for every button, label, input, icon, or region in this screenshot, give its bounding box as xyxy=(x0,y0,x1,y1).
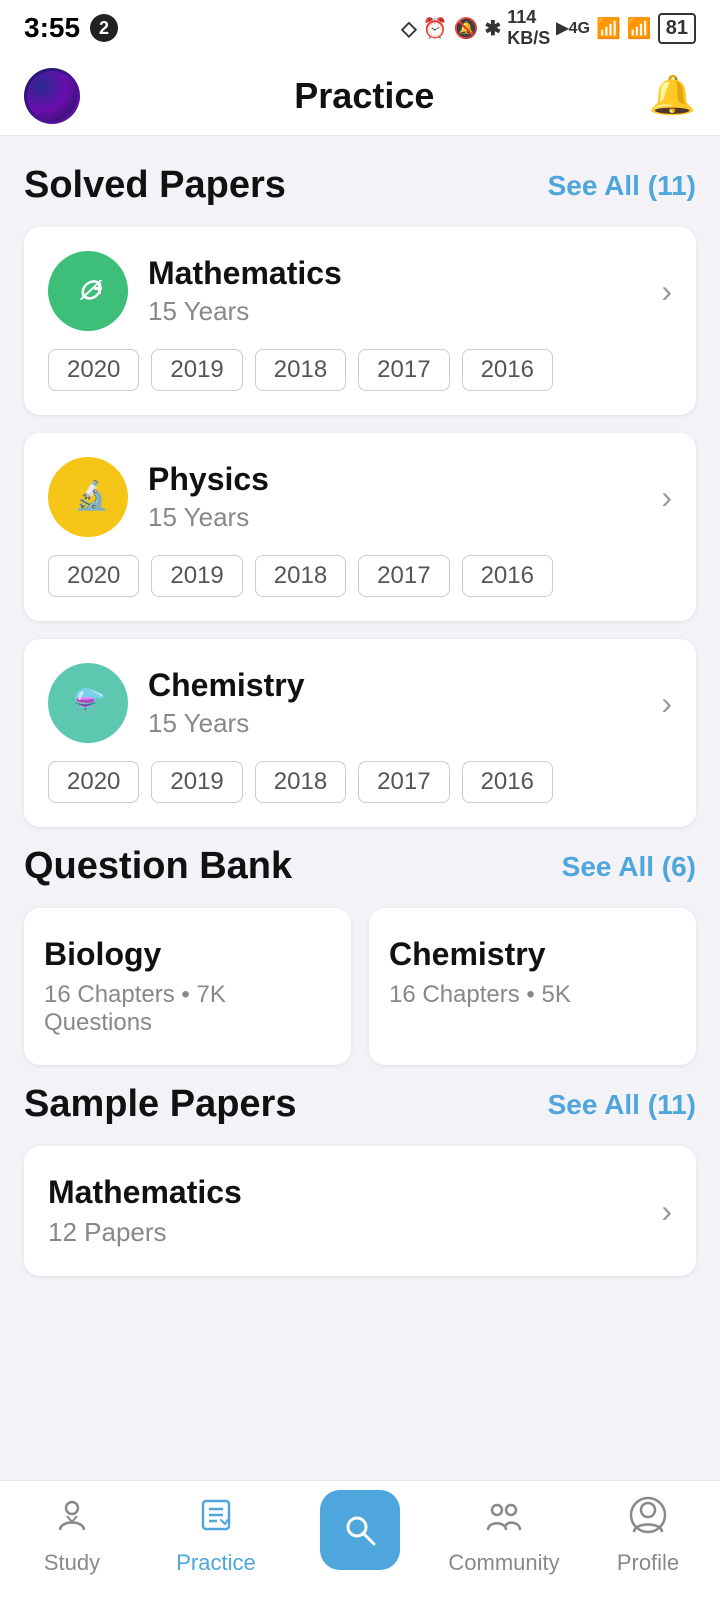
top-nav: Practice 🔔 xyxy=(0,56,720,136)
practice-label: Practice xyxy=(176,1550,255,1576)
math-sample-title: Mathematics xyxy=(48,1174,242,1211)
bell-icon[interactable]: 🔔 xyxy=(649,74,696,118)
chemistry-card-info: Chemistry 15 Years xyxy=(148,667,305,739)
svg-text:⚗️: ⚗️ xyxy=(73,687,105,717)
chem-qbank-sub: 16 Chapters • 5K xyxy=(389,981,676,1009)
physics-chevron-icon: › xyxy=(661,479,672,516)
math-year-2020[interactable]: 2020 xyxy=(48,349,139,391)
biology-sub: 16 Chapters • 7K Questions xyxy=(44,981,331,1037)
math-sample-card[interactable]: Mathematics 12 Papers › xyxy=(24,1146,696,1276)
nav-profile[interactable]: Profile xyxy=(576,1496,720,1576)
physics-year-tags: 2020 2019 2018 2017 2016 xyxy=(48,555,672,597)
status-icons: ◇ ⏰ 🔕 ✱ 114KB/S ▶4G 📶 📶 81 xyxy=(401,7,696,49)
chemistry-icon: ⚗️ xyxy=(48,663,128,743)
sample-papers-see-all[interactable]: See All (11) xyxy=(548,1089,696,1121)
mathematics-card[interactable]: ∅ Mathematics 15 Years › 2020 2019 2018 … xyxy=(24,227,696,415)
avatar[interactable] xyxy=(24,68,80,124)
chemistry-qbank-card[interactable]: Chemistry 16 Chapters • 5K xyxy=(369,908,696,1065)
solved-papers-see-all[interactable]: See All (11) xyxy=(548,170,696,202)
physics-card-info: Physics 15 Years xyxy=(148,461,269,533)
math-chevron-icon: › xyxy=(661,273,672,310)
nav-community[interactable]: Community xyxy=(432,1496,576,1576)
chemistry-year-2016[interactable]: 2016 xyxy=(462,761,553,803)
math-sample-sub: 12 Papers xyxy=(48,1217,242,1248)
chemistry-years-label: 15 Years xyxy=(148,708,305,739)
question-bank-see-all[interactable]: See All (6) xyxy=(562,851,696,883)
physics-icon: 🔬 xyxy=(48,457,128,537)
physics-years-label: 15 Years xyxy=(148,502,269,533)
physics-year-2019[interactable]: 2019 xyxy=(151,555,242,597)
chemistry-card[interactable]: ⚗️ Chemistry 15 Years › 2020 2019 2018 2… xyxy=(24,639,696,827)
question-bank-title: Question Bank xyxy=(24,845,292,888)
chemistry-chevron-icon: › xyxy=(661,685,672,722)
math-year-2018[interactable]: 2018 xyxy=(255,349,346,391)
question-bank-cards: Biology 16 Chapters • 7K Questions Chemi… xyxy=(24,908,696,1065)
sample-chevron-icon: › xyxy=(661,1193,672,1230)
math-years-label: 15 Years xyxy=(148,296,342,327)
svg-text:🔬: 🔬 xyxy=(74,478,109,512)
biology-qbank-card[interactable]: Biology 16 Chapters • 7K Questions xyxy=(24,908,351,1065)
chemistry-year-2017[interactable]: 2017 xyxy=(358,761,449,803)
sample-papers-header: Sample Papers See All (11) xyxy=(24,1083,696,1126)
notification-count: 2 xyxy=(90,14,118,42)
practice-icon xyxy=(197,1496,235,1544)
main-content: Solved Papers See All (11) ∅ Mathematics… xyxy=(0,136,720,1276)
chemistry-year-2020[interactable]: 2020 xyxy=(48,761,139,803)
chem-qbank-title: Chemistry xyxy=(389,936,676,973)
chemistry-subject-name: Chemistry xyxy=(148,667,305,704)
sample-papers-title: Sample Papers xyxy=(24,1083,296,1126)
biology-title: Biology xyxy=(44,936,331,973)
profile-label: Profile xyxy=(617,1550,679,1576)
study-label: Study xyxy=(44,1550,100,1576)
physics-year-2016[interactable]: 2016 xyxy=(462,555,553,597)
math-year-2017[interactable]: 2017 xyxy=(358,349,449,391)
math-card-info: Mathematics 15 Years xyxy=(148,255,342,327)
physics-svg-icon: 🔬 xyxy=(66,475,110,519)
nav-study[interactable]: Study xyxy=(0,1496,144,1576)
math-year-2019[interactable]: 2019 xyxy=(151,349,242,391)
status-time: 3:55 xyxy=(24,12,80,44)
physics-year-2018[interactable]: 2018 xyxy=(255,555,346,597)
nav-search[interactable] xyxy=(288,1490,432,1582)
math-icon: ∅ xyxy=(48,251,128,331)
physics-year-2017[interactable]: 2017 xyxy=(358,555,449,597)
physics-subject-name: Physics xyxy=(148,461,269,498)
math-year-tags: 2020 2019 2018 2017 2016 xyxy=(48,349,672,391)
community-label: Community xyxy=(448,1550,559,1576)
study-icon xyxy=(53,1496,91,1544)
page-title: Practice xyxy=(294,75,434,117)
math-svg-icon: ∅ xyxy=(66,269,110,313)
community-icon xyxy=(485,1496,523,1544)
question-bank-header: Question Bank See All (6) xyxy=(24,845,696,888)
chemistry-svg-icon: ⚗️ xyxy=(66,681,110,725)
bottom-nav: Study Practice xyxy=(0,1480,720,1600)
chemistry-year-tags: 2020 2019 2018 2017 2016 xyxy=(48,761,672,803)
chemistry-year-2018[interactable]: 2018 xyxy=(255,761,346,803)
math-sample-info: Mathematics 12 Papers xyxy=(48,1174,242,1248)
chemistry-year-2019[interactable]: 2019 xyxy=(151,761,242,803)
math-year-2016[interactable]: 2016 xyxy=(462,349,553,391)
solved-papers-title: Solved Papers xyxy=(24,164,286,207)
solved-papers-header: Solved Papers See All (11) xyxy=(24,164,696,207)
status-bar: 3:55 2 ◇ ⏰ 🔕 ✱ 114KB/S ▶4G 📶 📶 81 xyxy=(0,0,720,56)
physics-card[interactable]: 🔬 Physics 15 Years › 2020 2019 2018 2017… xyxy=(24,433,696,621)
nav-practice[interactable]: Practice xyxy=(144,1496,288,1576)
search-button[interactable] xyxy=(320,1490,400,1570)
profile-icon xyxy=(629,1496,667,1544)
physics-year-2020[interactable]: 2020 xyxy=(48,555,139,597)
math-subject-name: Mathematics xyxy=(148,255,342,292)
